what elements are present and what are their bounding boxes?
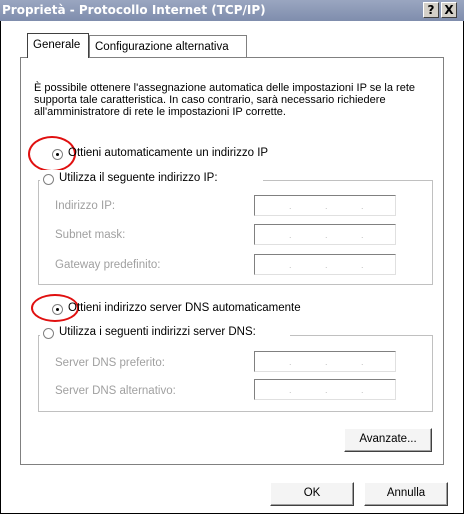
label-auto-ip: Ottieni automaticamente un indirizzo IP — [68, 147, 269, 159]
group-manual-dns — [38, 335, 433, 412]
title-bar[interactable]: Proprietà - Protocollo Internet (TCP/IP)… — [0, 0, 464, 21]
label-dns-alternate: Server DNS alternativo: — [55, 385, 176, 397]
label-ip-address: Indirizzo IP: — [55, 200, 116, 212]
intro-text: È possibile ottenere l'assegnazione auto… — [34, 82, 416, 118]
label-subnet-mask: Subnet mask: — [55, 229, 126, 241]
radio-manual-dns[interactable] — [43, 328, 54, 339]
radio-manual-ip[interactable] — [43, 174, 54, 185]
dns-alternate-field[interactable]: ... — [254, 379, 396, 400]
radio-auto-dns[interactable] — [52, 304, 63, 315]
ok-button[interactable]: OK — [270, 482, 354, 506]
radio-selected-dot — [56, 153, 59, 156]
radio-selected-dot — [56, 308, 59, 311]
close-button[interactable]: X — [441, 2, 457, 18]
label-manual-dns: Utilizza i seguenti indirizzi server DNS… — [59, 326, 256, 338]
label-manual-ip: Utilizza il seguente indirizzo IP: — [59, 172, 218, 184]
help-button[interactable]: ? — [423, 2, 439, 18]
window-title: Proprietà - Protocollo Internet (TCP/IP) — [2, 3, 266, 17]
subnet-mask-field[interactable]: ... — [254, 224, 396, 245]
tab-configurazione-alternativa[interactable]: Configurazione alternativa — [89, 35, 247, 57]
ip-address-field[interactable]: ... — [254, 195, 396, 216]
advanced-button[interactable]: Avanzate... — [344, 428, 432, 452]
radio-auto-ip[interactable] — [52, 149, 63, 160]
dns-preferred-field[interactable]: ... — [254, 351, 396, 372]
gateway-field[interactable]: ... — [254, 254, 396, 275]
label-auto-dns: Ottieni indirizzo server DNS automaticam… — [68, 302, 301, 314]
label-gateway: Gateway predefinito: — [55, 259, 161, 271]
cancel-button[interactable]: Annulla — [364, 482, 448, 506]
tab-generale[interactable]: Generale — [27, 33, 89, 58]
label-dns-preferred: Server DNS preferito: — [55, 357, 165, 369]
